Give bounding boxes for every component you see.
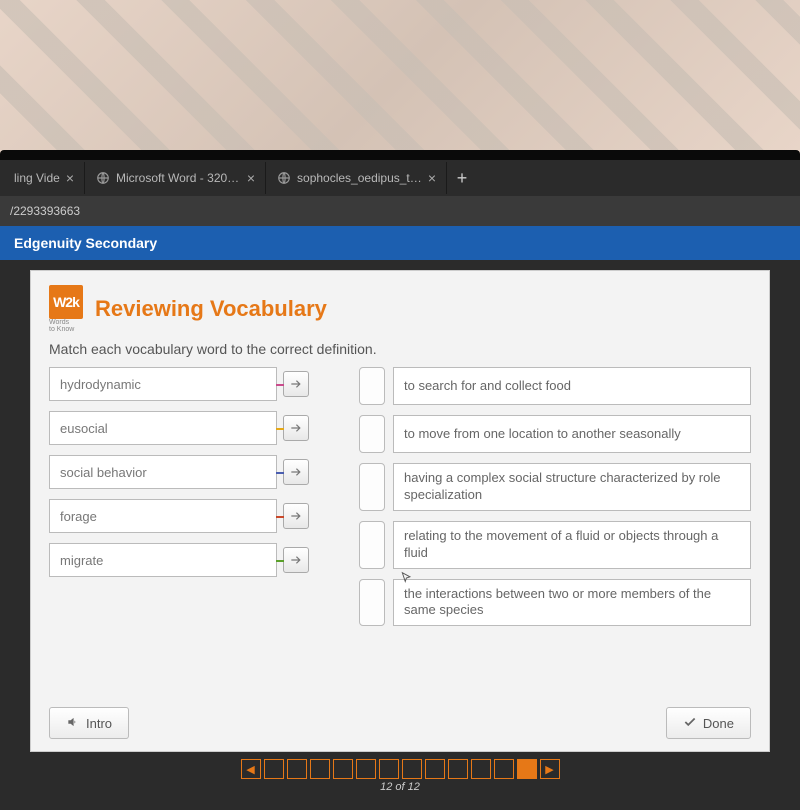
definition-box: to search for and collect food <box>393 367 751 405</box>
url-text: /2293393663 <box>10 204 80 218</box>
definitions-column: to search for and collect food to move f… <box>359 367 751 626</box>
definition-row: to search for and collect food <box>359 367 751 405</box>
word-box: social behavior <box>49 455 277 489</box>
panel-header: W2k Words to Know Reviewing Vocabulary <box>49 285 751 333</box>
definition-box: relating to the movement of a fluid or o… <box>393 521 751 569</box>
word-row: migrate <box>49 543 309 577</box>
site-title: Edgenuity Secondary <box>14 235 157 251</box>
definition-row: to move from one location to another sea… <box>359 415 751 453</box>
word-box: migrate <box>49 543 277 577</box>
lesson-panel: W2k Words to Know Reviewing Vocabulary M… <box>30 270 770 752</box>
word-box: hydrodynamic <box>49 367 277 401</box>
drag-handle[interactable] <box>283 459 309 485</box>
pager-page-1[interactable] <box>264 759 284 779</box>
definition-row: relating to the movement of a fluid or o… <box>359 521 751 569</box>
address-bar[interactable]: /2293393663 <box>0 196 800 226</box>
pager-page-3[interactable] <box>310 759 330 779</box>
pager-page-6[interactable] <box>379 759 399 779</box>
pager-page-2[interactable] <box>287 759 307 779</box>
word-row: eusocial <box>49 411 309 445</box>
drop-slot[interactable] <box>359 463 385 511</box>
drop-slot[interactable] <box>359 579 385 627</box>
word-row: forage <box>49 499 309 533</box>
new-tab-button[interactable]: + <box>448 168 476 189</box>
pager-next[interactable]: ▶ <box>540 759 560 779</box>
pager-page-7[interactable] <box>402 759 422 779</box>
globe-icon <box>96 171 110 185</box>
tab-title: sophocles_oedipus_the_king_tra <box>297 171 422 185</box>
browser-tab-strip: ling Vide × Microsoft Word - 3209-06-04-… <box>0 160 800 196</box>
close-icon[interactable]: × <box>247 170 255 186</box>
drag-handle[interactable] <box>283 415 309 441</box>
pager-page-12[interactable] <box>517 759 537 779</box>
w2k-logo: W2k <box>49 285 83 319</box>
drag-handle[interactable] <box>283 547 309 573</box>
content-wrap: W2k Words to Know Reviewing Vocabulary M… <box>0 260 800 810</box>
close-icon[interactable]: × <box>428 170 436 186</box>
drag-handle[interactable] <box>283 371 309 397</box>
definition-box: the interactions between two or more mem… <box>393 579 751 627</box>
browser-tab-1[interactable]: Microsoft Word - 3209-06-04-st × <box>86 162 266 194</box>
pager-page-4[interactable] <box>333 759 353 779</box>
globe-icon <box>277 171 291 185</box>
audio-icon <box>66 715 80 732</box>
logo-block: W2k Words to Know <box>49 285 83 333</box>
pager-page-11[interactable] <box>494 759 514 779</box>
tab-title: Microsoft Word - 3209-06-04-st <box>116 171 241 185</box>
done-label: Done <box>703 716 734 731</box>
logo-subline-1: Words <box>49 319 83 326</box>
pager-page-8[interactable] <box>425 759 445 779</box>
panel-footer: Intro Done <box>49 695 751 739</box>
browser-tab-0[interactable]: ling Vide × <box>4 162 85 194</box>
desktop-background <box>0 0 800 150</box>
pager-bar: ◀ ▶ 12 of 12 <box>30 752 770 800</box>
definition-box: having a complex social structure charac… <box>393 463 751 511</box>
tab-title: ling Vide <box>14 171 60 185</box>
done-button[interactable]: Done <box>666 707 751 739</box>
drop-slot[interactable] <box>359 415 385 453</box>
panel-title: Reviewing Vocabulary <box>95 296 327 322</box>
word-row: hydrodynamic <box>49 367 309 401</box>
word-box: forage <box>49 499 277 533</box>
definition-box: to move from one location to another sea… <box>393 415 751 453</box>
intro-label: Intro <box>86 716 112 731</box>
definition-row: having a complex social structure charac… <box>359 463 751 511</box>
logo-subline-2: to Know <box>49 326 83 333</box>
match-area: hydrodynamic eusocial social behavior <box>49 367 751 626</box>
instruction-text: Match each vocabulary word to the correc… <box>49 341 751 357</box>
pager-prev[interactable]: ◀ <box>241 759 261 779</box>
pager-page-5[interactable] <box>356 759 376 779</box>
word-row: social behavior <box>49 455 309 489</box>
site-header: Edgenuity Secondary <box>0 226 800 260</box>
browser-tab-2[interactable]: sophocles_oedipus_the_king_tra × <box>267 162 447 194</box>
pager-page-10[interactable] <box>471 759 491 779</box>
check-icon <box>683 715 697 732</box>
cursor-icon <box>400 569 414 587</box>
intro-button[interactable]: Intro <box>49 707 129 739</box>
word-box: eusocial <box>49 411 277 445</box>
drop-slot[interactable] <box>359 367 385 405</box>
drop-slot[interactable] <box>359 521 385 569</box>
pager-label: 12 of 12 <box>380 781 420 793</box>
drag-handle[interactable] <box>283 503 309 529</box>
pager-row: ◀ ▶ <box>241 759 560 779</box>
close-icon[interactable]: × <box>66 170 74 186</box>
pager-page-9[interactable] <box>448 759 468 779</box>
laptop-frame: ling Vide × Microsoft Word - 3209-06-04-… <box>0 150 800 800</box>
definition-row: the interactions between two or more mem… <box>359 579 751 627</box>
words-column: hydrodynamic eusocial social behavior <box>49 367 309 626</box>
